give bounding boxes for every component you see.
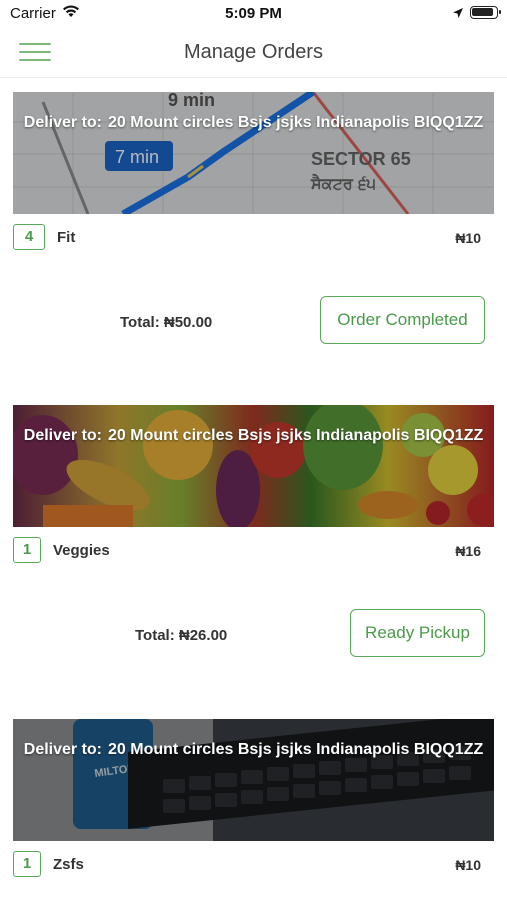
order-banner: Deliver to: 20 Mount circles Bsjs jsjks I…: [13, 405, 494, 527]
order-total: Total: ₦50.00: [120, 314, 213, 331]
ready-pickup-button[interactable]: Ready Pickup: [350, 609, 485, 657]
order-card: 7 min 9 min SECTOR 65 ਸੈਕਟਰ ੬੫ Deliver t…: [0, 92, 507, 352]
battery-icon: [470, 6, 501, 19]
item-price: ₦16: [455, 543, 481, 559]
order-card: Deliver to: 20 Mount circles Bsjs jsjks I…: [0, 405, 507, 665]
order-banner: MILTON Deliver to: 20 Mount circles Bsjs…: [13, 719, 494, 841]
address-text: 20 Mount circles Bsjs jsjks Indianapolis…: [108, 427, 484, 444]
navigation-bar: Manage Orders: [0, 28, 507, 78]
item-name: Veggies: [53, 542, 110, 559]
order-card: MILTON Deliver to: 20 Mount circles Bsjs…: [0, 719, 507, 900]
order-banner: 7 min 9 min SECTOR 65 ਸੈਕਟਰ ੬੫ Deliver t…: [13, 92, 494, 214]
address-text: 20 Mount circles Bsjs jsjks Indianapolis…: [108, 114, 484, 131]
order-total: Total: ₦26.00: [135, 627, 228, 644]
order-item-row: 1 Veggies ₦16: [13, 537, 494, 565]
item-price: ₦10: [455, 857, 481, 873]
order-item-row: 4 Fit ₦10: [13, 224, 494, 252]
delivery-address: Deliver to: 20 Mount circles Bsjs jsjks I…: [23, 112, 484, 134]
item-price: ₦10: [455, 230, 481, 246]
quantity-badge: 1: [13, 851, 41, 877]
deliver-label: Deliver to:: [23, 114, 103, 131]
address-text: 20 Mount circles Bsjs jsjks Indianapolis…: [108, 741, 484, 758]
quantity-badge: 1: [13, 537, 41, 563]
order-item-row: 1 Zsfs ₦10: [13, 851, 494, 879]
quantity-badge: 4: [13, 224, 45, 250]
status-bar: Carrier 5:09 PM: [0, 0, 507, 28]
clock: 5:09 PM: [225, 5, 282, 22]
deliver-label: Deliver to:: [23, 427, 103, 444]
deliver-label: Deliver to:: [23, 741, 103, 758]
order-completed-button[interactable]: Order Completed: [320, 296, 485, 344]
delivery-address: Deliver to: 20 Mount circles Bsjs jsjks I…: [23, 425, 484, 447]
location-arrow-icon: [452, 6, 464, 24]
item-name: Fit: [57, 229, 76, 246]
item-name: Zsfs: [53, 856, 84, 873]
delivery-address: Deliver to: 20 Mount circles Bsjs jsjks I…: [23, 739, 484, 761]
page-title: Manage Orders: [184, 41, 323, 63]
